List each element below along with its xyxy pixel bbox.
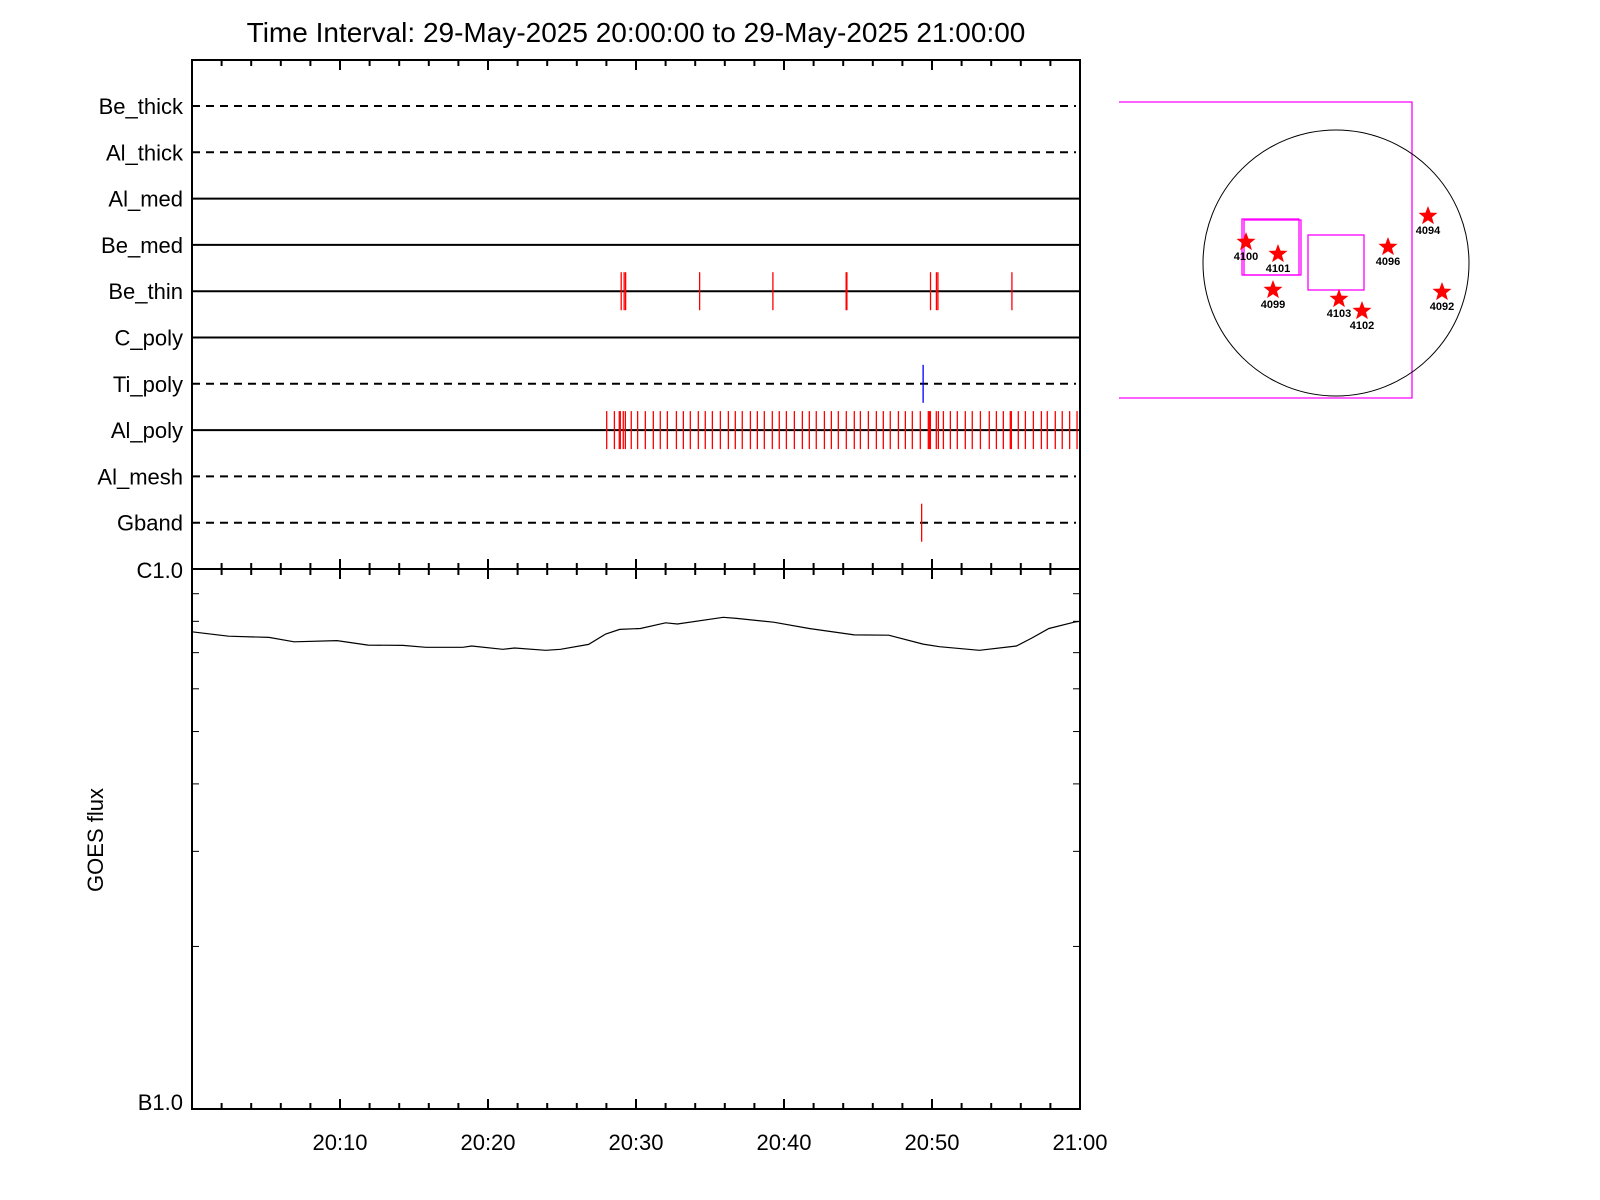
row-label-c_poly: C_poly xyxy=(115,326,183,351)
xrt-timeline-figure: Time Interval: 29-May-2025 20:00:00 to 2… xyxy=(0,0,1600,1200)
row-label-al_mesh: Al_mesh xyxy=(97,464,183,489)
chart-title: Time Interval: 29-May-2025 20:00:00 to 2… xyxy=(247,17,1026,48)
row-label-al_thick: Al_thick xyxy=(106,140,184,165)
row-label-al_poly: Al_poly xyxy=(111,418,183,443)
x-tick-label: 20:30 xyxy=(608,1130,663,1155)
solar-disk-map: 4100 4101 4099 41034102 4096 4094 4092 xyxy=(1119,101,1470,399)
active-region-label: 4099 xyxy=(1261,299,1285,311)
upper-frame xyxy=(191,59,1081,570)
active-region-star xyxy=(1263,280,1283,299)
row-label-al_med: Al_med xyxy=(108,187,183,212)
active-region-label: 4102 xyxy=(1350,320,1374,332)
goes-flux-curve xyxy=(191,616,1081,651)
filter-timeline-panel: Be_thick Al_thick Al_med Be_med Be_thin C_pol… xyxy=(97,59,1081,570)
y-tick-label-top: C1.0 xyxy=(137,558,183,583)
active-region-star xyxy=(1329,289,1349,308)
x-tick-label: 20:10 xyxy=(312,1130,367,1155)
x-tick-label: 20:50 xyxy=(904,1130,959,1155)
figure-svg: Time Interval: 29-May-2025 20:00:00 to 2… xyxy=(83,17,1470,1155)
active-region-label: 4100 xyxy=(1234,251,1258,263)
active-region-label: 4094 xyxy=(1416,225,1441,237)
active-region-star xyxy=(1432,282,1452,301)
pointing-box xyxy=(1307,234,1365,291)
active-region-label: 4092 xyxy=(1430,301,1454,313)
x-tick-label: 21:00 xyxy=(1052,1130,1107,1155)
active-region-star xyxy=(1236,232,1256,251)
row-label-gband: Gband xyxy=(117,511,183,536)
y-axis-label: GOES flux xyxy=(83,788,108,892)
y-tick-label-bottom: B1.0 xyxy=(138,1090,183,1115)
row-label-ti_poly: Ti_poly xyxy=(113,372,183,397)
x-tick-label: 20:40 xyxy=(756,1130,811,1155)
active-region-label: 4103 xyxy=(1327,308,1351,320)
active-region-star xyxy=(1418,206,1438,225)
solar-limb xyxy=(1202,129,1470,397)
active-region-star xyxy=(1378,237,1398,256)
lower-frame xyxy=(191,568,1081,1110)
active-region-star xyxy=(1268,244,1288,263)
row-label-be_thick: Be_thick xyxy=(99,94,184,119)
row-label-be_med: Be_med xyxy=(101,233,183,258)
active-region-star xyxy=(1352,301,1372,320)
field-of-view-box xyxy=(1119,101,1413,399)
x-tick-label: 20:20 xyxy=(460,1130,515,1155)
active-region-label: 4101 xyxy=(1266,263,1290,275)
goes-flux-panel: C1.0 B1.0 GOES flux 20:10 20:20 20:30 20:40… xyxy=(83,558,1108,1155)
row-label-be_thin: Be_thin xyxy=(108,279,183,304)
active-region-label: 4096 xyxy=(1376,256,1400,268)
